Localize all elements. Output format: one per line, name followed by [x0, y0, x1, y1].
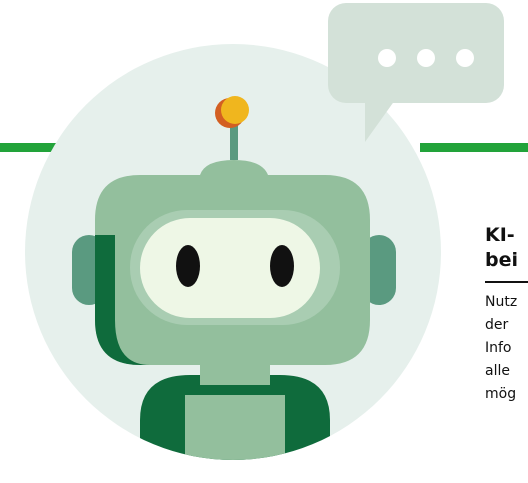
antenna-ball — [221, 96, 249, 124]
article-body: Nutz der Info alle mög — [485, 291, 528, 406]
robot-illustration — [25, 3, 504, 460]
robot-torso-panel — [185, 395, 285, 460]
article-heading-line-1: KI- — [485, 224, 515, 246]
body-line-5: mög — [485, 386, 517, 402]
article-heading: KI- bei — [485, 223, 528, 273]
body-line-2: der — [485, 317, 509, 333]
heading-rule — [485, 281, 528, 283]
article-teaser: KI- bei Nutz der Info alle mög — [485, 223, 528, 406]
body-line-3: Info — [485, 340, 512, 356]
body-line-1: Nutz — [485, 294, 518, 310]
robot-eye-left — [176, 245, 200, 287]
bubble-dot-2 — [417, 49, 435, 67]
bubble-dot-1 — [378, 49, 396, 67]
article-heading-line-2: bei — [485, 249, 518, 271]
page: KI- bei Nutz der Info alle mög — [0, 0, 528, 483]
bubble-dot-3 — [456, 49, 474, 67]
body-line-4: alle — [485, 363, 510, 379]
robot-eye-right — [270, 245, 294, 287]
